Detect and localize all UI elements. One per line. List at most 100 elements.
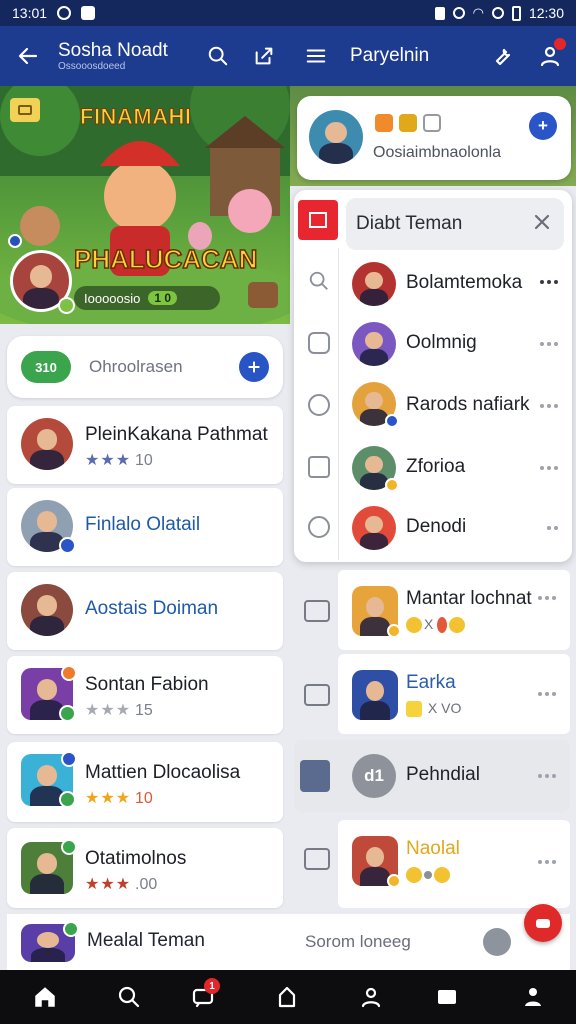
member-avatar [352, 262, 396, 306]
user-icon [361, 987, 381, 1008]
nav-messages[interactable]: 1 [178, 970, 228, 1024]
lower-list-card[interactable]: Naolal [338, 820, 570, 908]
nav-home[interactable] [20, 970, 70, 1024]
member-avatar [352, 506, 396, 550]
chat-pill-icon: 310 [21, 351, 71, 383]
badge-icon [385, 478, 399, 492]
nav-profile[interactable] [346, 970, 396, 1024]
hamburger-icon [306, 49, 326, 63]
more-options-icon[interactable] [540, 466, 558, 470]
more-options-icon[interactable] [547, 526, 558, 530]
tools-button[interactable] [484, 26, 520, 86]
nav-account[interactable] [508, 970, 558, 1024]
mute-icon [452, 7, 465, 19]
friend-card[interactable]: Sontan Fabion ★★★ 15 [7, 656, 283, 734]
lower-list-card[interactable]: Earka X VO [338, 654, 570, 734]
friend-card[interactable]: Otatimolnos ★★★ .00 [7, 828, 283, 908]
group-avatar [309, 110, 363, 164]
status-battery-time: 12:30 [528, 5, 564, 21]
close-panel-tile[interactable] [298, 200, 338, 240]
rating-stars: ★★★ [85, 702, 132, 719]
verified-icon [385, 414, 399, 428]
box-icon [423, 114, 441, 132]
nav-gallery[interactable] [422, 970, 472, 1024]
window-icon [309, 212, 327, 228]
smile-icon [449, 617, 466, 634]
more-options-icon[interactable] [538, 860, 556, 864]
more-options-icon[interactable] [538, 596, 556, 600]
game-banner[interactable]: FINAMAHI PHALUCACAN Iooooosio 1 0 [0, 86, 290, 324]
square-icon[interactable] [308, 456, 330, 478]
friends-panel: Diabt Teman Bolamtemoka Oolmnig Rarods n… [294, 190, 572, 562]
add-to-group-button[interactable]: + [529, 112, 557, 140]
circle-icon[interactable] [308, 394, 330, 416]
verified-icon [59, 537, 76, 554]
friend-card[interactable]: PleinKakana Pathmat ★★★ 10 [7, 406, 283, 484]
bottom-row-status: Sorom loneeg [305, 932, 411, 951]
share-button[interactable] [246, 26, 282, 86]
treasure-chest-icon[interactable] [248, 282, 278, 308]
list-avatar [352, 836, 401, 888]
banner-footer-count: 1 0 [148, 291, 178, 305]
more-options-icon[interactable] [538, 774, 556, 778]
badge-icon [387, 624, 401, 638]
bottom-chat-row[interactable]: Mealal Teman Sorom loneeg [7, 914, 570, 970]
lower-list-item-selected[interactable]: d1 Pehndial [294, 740, 570, 812]
list-avatar [352, 670, 398, 720]
chat-bubble-icon[interactable] [308, 332, 330, 354]
video-icon[interactable] [304, 848, 330, 870]
friend-name: Finlalo Olatail [85, 514, 201, 535]
home-icon [35, 987, 55, 1007]
list-meta: X VO [406, 700, 462, 718]
menu-button[interactable] [296, 26, 336, 86]
back-button[interactable] [8, 26, 48, 86]
more-options-icon[interactable] [540, 280, 558, 284]
message-icon[interactable] [304, 600, 330, 622]
lower-list-item[interactable]: Mantar lochnat X [290, 570, 576, 652]
search-button[interactable] [200, 26, 236, 86]
gallery-icon[interactable] [304, 684, 330, 706]
rating-value: 10 [135, 790, 153, 807]
floating-action-button[interactable] [524, 904, 562, 942]
bottom-avatar [21, 921, 79, 962]
more-options-icon[interactable] [540, 404, 558, 408]
friend-avatar [21, 584, 73, 636]
chat-plus-icon [248, 361, 260, 373]
friend-card[interactable]: Aostais Doiman [7, 572, 283, 650]
more-options-icon[interactable] [540, 342, 558, 346]
member-name: Bolamtemoka [406, 272, 523, 293]
panel-title: Diabt Teman [356, 213, 463, 234]
upload-icon [278, 986, 296, 1008]
group-card[interactable]: Oosiaimbnaolonla + [297, 96, 571, 180]
panel-divider [338, 248, 339, 560]
friend-card[interactable]: Mattien Dlocaolisa ★★★ 10 [7, 742, 283, 822]
friend-name: Aostais Doiman [85, 598, 219, 619]
chat-icon [536, 918, 550, 928]
member-avatar [352, 322, 396, 366]
chat-search-bar[interactable]: 310 Ohroolrasen [7, 336, 283, 398]
more-options-icon[interactable] [538, 692, 556, 696]
right-title-block: Paryelnin [350, 26, 450, 86]
member-avatar [352, 382, 399, 428]
profile-button[interactable] [532, 26, 568, 86]
lower-list-card[interactable]: Mantar lochnat X [338, 570, 570, 650]
list-meta-text: X VO [427, 700, 462, 716]
share-icon [255, 47, 273, 65]
add-chat-button[interactable] [239, 352, 269, 382]
friend-avatar [21, 418, 73, 470]
rating-stars: ★★★ [85, 790, 132, 807]
nav-upload[interactable] [262, 970, 312, 1024]
friend-avatar [21, 500, 76, 554]
lower-list-item[interactable]: Naolal [290, 820, 576, 910]
smile-icon [434, 867, 450, 884]
search-icon[interactable] [308, 270, 330, 292]
lower-list-item[interactable]: Earka X VO [290, 654, 576, 736]
banner-footer-label: Iooooosio [84, 290, 141, 306]
badge-icon [61, 665, 77, 681]
compass-icon[interactable] [308, 516, 330, 538]
banner-footer: Iooooosio 1 0 [74, 286, 220, 310]
friend-card[interactable]: Finlalo Olatail [7, 488, 283, 566]
banner-camera-icon[interactable] [10, 98, 40, 122]
close-icon[interactable] [530, 210, 554, 234]
nav-search[interactable] [104, 970, 154, 1024]
